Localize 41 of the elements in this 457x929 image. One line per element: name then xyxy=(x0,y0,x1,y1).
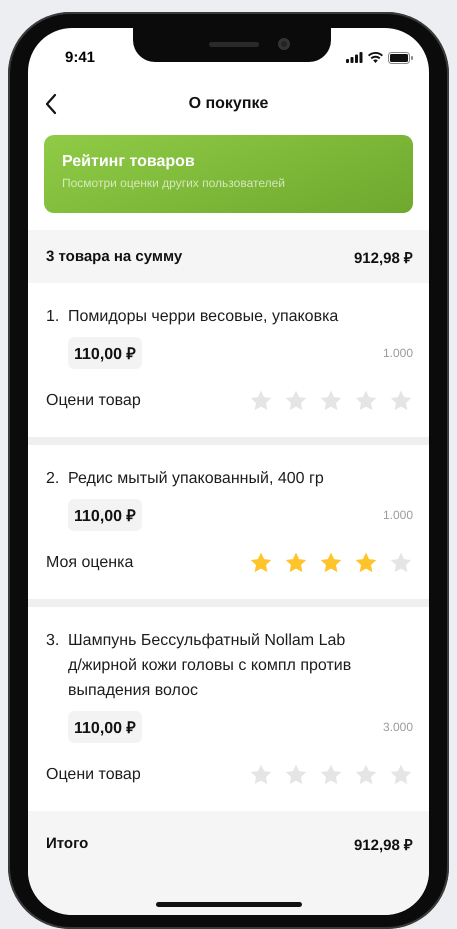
quantity: 1.000 xyxy=(382,508,413,522)
empty-star-icon[interactable] xyxy=(389,551,413,575)
empty-star-icon[interactable] xyxy=(354,763,378,787)
total-amount: 912,98 ₽ xyxy=(354,836,413,854)
summary-amount: 912,98 ₽ xyxy=(354,248,413,266)
empty-star-icon[interactable] xyxy=(389,763,413,787)
quantity: 3.000 xyxy=(382,720,413,734)
product-name: Шампунь Бессульфатный Nollam Lab д/жирной кожи головы с компл против выпадения волос xyxy=(68,631,352,701)
status-time: 9:41 xyxy=(65,49,96,66)
empty-star-icon[interactable] xyxy=(249,389,273,413)
product-name: Редис мытый упакованный, 400 гр xyxy=(68,469,324,489)
rating-label: Оцени товар xyxy=(46,392,141,410)
product-name: Помидоры черри весовые, упаковка xyxy=(68,307,338,327)
empty-star-icon[interactable] xyxy=(354,389,378,413)
empty-star-icon[interactable] xyxy=(389,389,413,413)
rating-label: Оцени товар xyxy=(46,766,141,784)
item-number: 2. xyxy=(46,469,60,489)
empty-star-icon[interactable] xyxy=(319,389,343,413)
filled-star-icon[interactable] xyxy=(354,551,378,575)
empty-star-icon[interactable] xyxy=(284,389,308,413)
price-tag: 110,00 ₽ xyxy=(68,337,142,369)
item-number: 1. xyxy=(46,307,60,327)
wifi-icon xyxy=(368,52,383,63)
back-icon[interactable] xyxy=(44,93,58,115)
rating-label: Моя оценка xyxy=(46,554,134,572)
filled-star-icon[interactable] xyxy=(249,551,273,575)
summary-label: 3 товара на сумму xyxy=(46,248,182,265)
filled-star-icon[interactable] xyxy=(284,551,308,575)
rating-banner[interactable]: Рейтинг товаров Посмотри оценки других пользователей xyxy=(44,135,413,213)
signal-icon xyxy=(346,52,363,63)
total-label: Итого xyxy=(46,835,88,852)
price-tag: 110,00 ₽ xyxy=(68,711,142,743)
item-number: 3. xyxy=(46,631,60,651)
empty-star-icon[interactable] xyxy=(284,763,308,787)
quantity: 1.000 xyxy=(382,346,413,360)
empty-star-icon[interactable] xyxy=(319,763,343,787)
battery-icon xyxy=(388,52,413,64)
empty-star-icon[interactable] xyxy=(249,763,273,787)
filled-star-icon[interactable] xyxy=(319,551,343,575)
page-title: О покупке xyxy=(188,95,268,113)
price-tag: 110,00 ₽ xyxy=(68,499,142,531)
